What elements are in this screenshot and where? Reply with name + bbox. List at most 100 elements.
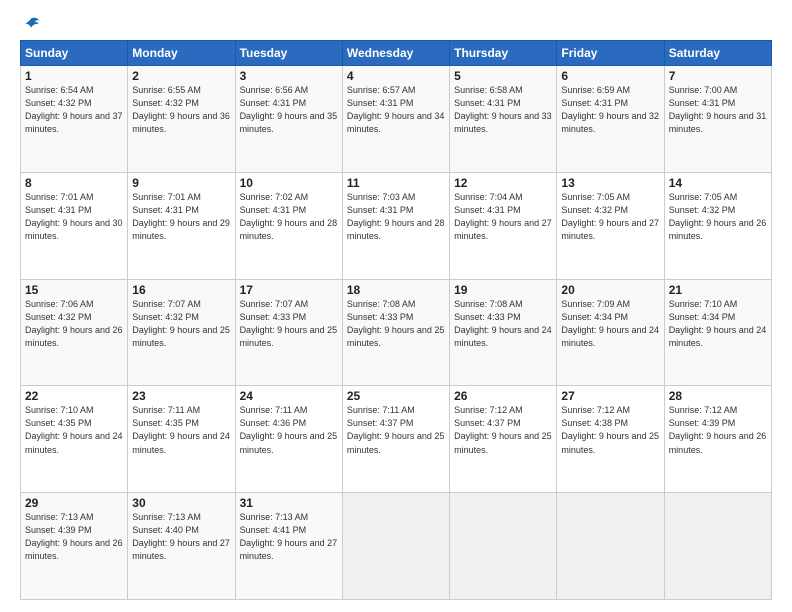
day-info: Sunrise: 7:06 AMSunset: 4:32 PMDaylight:… bbox=[25, 298, 123, 350]
day-cell: 4Sunrise: 6:57 AMSunset: 4:31 PMDaylight… bbox=[342, 66, 449, 173]
day-number: 24 bbox=[240, 389, 338, 403]
week-row-2: 8Sunrise: 7:01 AMSunset: 4:31 PMDaylight… bbox=[21, 172, 772, 279]
day-cell: 24Sunrise: 7:11 AMSunset: 4:36 PMDayligh… bbox=[235, 386, 342, 493]
day-number: 20 bbox=[561, 283, 659, 297]
day-number: 1 bbox=[25, 69, 123, 83]
day-info: Sunrise: 7:11 AMSunset: 4:37 PMDaylight:… bbox=[347, 404, 445, 456]
day-cell: 11Sunrise: 7:03 AMSunset: 4:31 PMDayligh… bbox=[342, 172, 449, 279]
day-info: Sunrise: 7:07 AMSunset: 4:32 PMDaylight:… bbox=[132, 298, 230, 350]
week-row-1: 1Sunrise: 6:54 AMSunset: 4:32 PMDaylight… bbox=[21, 66, 772, 173]
day-cell: 27Sunrise: 7:12 AMSunset: 4:38 PMDayligh… bbox=[557, 386, 664, 493]
day-info: Sunrise: 7:10 AMSunset: 4:35 PMDaylight:… bbox=[25, 404, 123, 456]
day-cell: 16Sunrise: 7:07 AMSunset: 4:32 PMDayligh… bbox=[128, 279, 235, 386]
day-cell: 25Sunrise: 7:11 AMSunset: 4:37 PMDayligh… bbox=[342, 386, 449, 493]
day-number: 22 bbox=[25, 389, 123, 403]
day-cell: 28Sunrise: 7:12 AMSunset: 4:39 PMDayligh… bbox=[664, 386, 771, 493]
day-cell: 21Sunrise: 7:10 AMSunset: 4:34 PMDayligh… bbox=[664, 279, 771, 386]
day-number: 12 bbox=[454, 176, 552, 190]
day-cell: 5Sunrise: 6:58 AMSunset: 4:31 PMDaylight… bbox=[450, 66, 557, 173]
week-row-4: 22Sunrise: 7:10 AMSunset: 4:35 PMDayligh… bbox=[21, 386, 772, 493]
day-number: 5 bbox=[454, 69, 552, 83]
day-info: Sunrise: 6:57 AMSunset: 4:31 PMDaylight:… bbox=[347, 84, 445, 136]
day-cell: 22Sunrise: 7:10 AMSunset: 4:35 PMDayligh… bbox=[21, 386, 128, 493]
day-info: Sunrise: 6:59 AMSunset: 4:31 PMDaylight:… bbox=[561, 84, 659, 136]
day-cell: 18Sunrise: 7:08 AMSunset: 4:33 PMDayligh… bbox=[342, 279, 449, 386]
day-info: Sunrise: 7:08 AMSunset: 4:33 PMDaylight:… bbox=[454, 298, 552, 350]
day-number: 19 bbox=[454, 283, 552, 297]
day-number: 11 bbox=[347, 176, 445, 190]
day-info: Sunrise: 6:55 AMSunset: 4:32 PMDaylight:… bbox=[132, 84, 230, 136]
day-info: Sunrise: 7:13 AMSunset: 4:41 PMDaylight:… bbox=[240, 511, 338, 563]
day-cell: 13Sunrise: 7:05 AMSunset: 4:32 PMDayligh… bbox=[557, 172, 664, 279]
day-info: Sunrise: 7:01 AMSunset: 4:31 PMDaylight:… bbox=[132, 191, 230, 243]
day-info: Sunrise: 7:02 AMSunset: 4:31 PMDaylight:… bbox=[240, 191, 338, 243]
logo bbox=[20, 16, 40, 30]
weekday-header-tuesday: Tuesday bbox=[235, 41, 342, 66]
day-info: Sunrise: 7:11 AMSunset: 4:36 PMDaylight:… bbox=[240, 404, 338, 456]
header bbox=[20, 16, 772, 30]
day-cell bbox=[557, 493, 664, 600]
day-number: 30 bbox=[132, 496, 230, 510]
calendar-table: SundayMondayTuesdayWednesdayThursdayFrid… bbox=[20, 40, 772, 600]
day-number: 15 bbox=[25, 283, 123, 297]
day-number: 28 bbox=[669, 389, 767, 403]
day-number: 10 bbox=[240, 176, 338, 190]
day-number: 23 bbox=[132, 389, 230, 403]
day-cell: 7Sunrise: 7:00 AMSunset: 4:31 PMDaylight… bbox=[664, 66, 771, 173]
day-cell: 19Sunrise: 7:08 AMSunset: 4:33 PMDayligh… bbox=[450, 279, 557, 386]
day-number: 7 bbox=[669, 69, 767, 83]
day-info: Sunrise: 7:13 AMSunset: 4:40 PMDaylight:… bbox=[132, 511, 230, 563]
weekday-header-friday: Friday bbox=[557, 41, 664, 66]
day-info: Sunrise: 7:05 AMSunset: 4:32 PMDaylight:… bbox=[669, 191, 767, 243]
week-row-5: 29Sunrise: 7:13 AMSunset: 4:39 PMDayligh… bbox=[21, 493, 772, 600]
day-info: Sunrise: 7:09 AMSunset: 4:34 PMDaylight:… bbox=[561, 298, 659, 350]
day-number: 14 bbox=[669, 176, 767, 190]
weekday-header-row: SundayMondayTuesdayWednesdayThursdayFrid… bbox=[21, 41, 772, 66]
day-cell: 10Sunrise: 7:02 AMSunset: 4:31 PMDayligh… bbox=[235, 172, 342, 279]
page: SundayMondayTuesdayWednesdayThursdayFrid… bbox=[0, 0, 792, 612]
weekday-header-monday: Monday bbox=[128, 41, 235, 66]
day-cell: 17Sunrise: 7:07 AMSunset: 4:33 PMDayligh… bbox=[235, 279, 342, 386]
day-cell bbox=[450, 493, 557, 600]
day-cell: 15Sunrise: 7:06 AMSunset: 4:32 PMDayligh… bbox=[21, 279, 128, 386]
day-cell: 12Sunrise: 7:04 AMSunset: 4:31 PMDayligh… bbox=[450, 172, 557, 279]
day-number: 31 bbox=[240, 496, 338, 510]
day-cell: 23Sunrise: 7:11 AMSunset: 4:35 PMDayligh… bbox=[128, 386, 235, 493]
day-number: 21 bbox=[669, 283, 767, 297]
day-number: 3 bbox=[240, 69, 338, 83]
weekday-header-saturday: Saturday bbox=[664, 41, 771, 66]
day-info: Sunrise: 7:12 AMSunset: 4:37 PMDaylight:… bbox=[454, 404, 552, 456]
day-number: 29 bbox=[25, 496, 123, 510]
day-number: 9 bbox=[132, 176, 230, 190]
day-number: 27 bbox=[561, 389, 659, 403]
day-info: Sunrise: 6:54 AMSunset: 4:32 PMDaylight:… bbox=[25, 84, 123, 136]
day-info: Sunrise: 6:56 AMSunset: 4:31 PMDaylight:… bbox=[240, 84, 338, 136]
day-info: Sunrise: 7:07 AMSunset: 4:33 PMDaylight:… bbox=[240, 298, 338, 350]
day-cell bbox=[342, 493, 449, 600]
day-cell: 9Sunrise: 7:01 AMSunset: 4:31 PMDaylight… bbox=[128, 172, 235, 279]
day-info: Sunrise: 7:01 AMSunset: 4:31 PMDaylight:… bbox=[25, 191, 123, 243]
day-number: 8 bbox=[25, 176, 123, 190]
day-number: 18 bbox=[347, 283, 445, 297]
day-number: 13 bbox=[561, 176, 659, 190]
day-cell: 2Sunrise: 6:55 AMSunset: 4:32 PMDaylight… bbox=[128, 66, 235, 173]
day-info: Sunrise: 7:12 AMSunset: 4:39 PMDaylight:… bbox=[669, 404, 767, 456]
day-info: Sunrise: 7:04 AMSunset: 4:31 PMDaylight:… bbox=[454, 191, 552, 243]
day-info: Sunrise: 7:08 AMSunset: 4:33 PMDaylight:… bbox=[347, 298, 445, 350]
week-row-3: 15Sunrise: 7:06 AMSunset: 4:32 PMDayligh… bbox=[21, 279, 772, 386]
day-cell: 6Sunrise: 6:59 AMSunset: 4:31 PMDaylight… bbox=[557, 66, 664, 173]
day-number: 6 bbox=[561, 69, 659, 83]
weekday-header-thursday: Thursday bbox=[450, 41, 557, 66]
day-info: Sunrise: 7:03 AMSunset: 4:31 PMDaylight:… bbox=[347, 191, 445, 243]
day-cell: 31Sunrise: 7:13 AMSunset: 4:41 PMDayligh… bbox=[235, 493, 342, 600]
day-cell: 20Sunrise: 7:09 AMSunset: 4:34 PMDayligh… bbox=[557, 279, 664, 386]
day-cell: 29Sunrise: 7:13 AMSunset: 4:39 PMDayligh… bbox=[21, 493, 128, 600]
day-cell: 3Sunrise: 6:56 AMSunset: 4:31 PMDaylight… bbox=[235, 66, 342, 173]
day-cell: 1Sunrise: 6:54 AMSunset: 4:32 PMDaylight… bbox=[21, 66, 128, 173]
day-info: Sunrise: 7:11 AMSunset: 4:35 PMDaylight:… bbox=[132, 404, 230, 456]
day-cell: 26Sunrise: 7:12 AMSunset: 4:37 PMDayligh… bbox=[450, 386, 557, 493]
day-number: 2 bbox=[132, 69, 230, 83]
day-info: Sunrise: 7:12 AMSunset: 4:38 PMDaylight:… bbox=[561, 404, 659, 456]
day-info: Sunrise: 7:05 AMSunset: 4:32 PMDaylight:… bbox=[561, 191, 659, 243]
day-number: 16 bbox=[132, 283, 230, 297]
